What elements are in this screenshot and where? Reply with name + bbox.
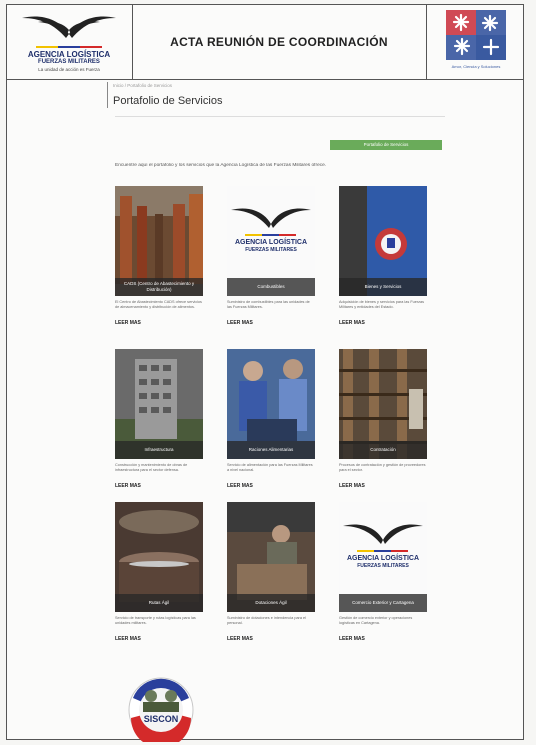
- card-caption: Comercio Exterior y Cartagena: [339, 594, 427, 612]
- wings-emblem-icon: [22, 16, 116, 38]
- card-caption: Bienes y Servicios: [339, 278, 427, 296]
- card-caption: Infraestructura: [115, 441, 203, 459]
- card-text: Suministro de combustibles para las unid…: [227, 300, 310, 309]
- right-logo-caption: Amor, Ciencia y Soluciones: [451, 64, 501, 69]
- flag-stripe-red: [80, 46, 102, 48]
- divider: [115, 116, 445, 117]
- card-text: Servicio de transporte y rutas logística…: [115, 616, 196, 625]
- page-title: Portafolio de Servicios: [113, 95, 223, 107]
- card-text: Suministro de dotaciones e intendencia p…: [227, 616, 306, 625]
- read-more-link[interactable]: LEER MAS: [115, 320, 141, 326]
- flag-stripe-yellow: [36, 46, 58, 48]
- snowflake-logo-icon: [446, 10, 506, 60]
- read-more-link[interactable]: LEER MAS: [227, 483, 253, 489]
- read-more-link[interactable]: LEER MAS: [227, 320, 253, 326]
- read-more-link[interactable]: LEER MAS: [227, 636, 253, 642]
- header-logo-cell: AGENCIA LOGÍSTICA FUERZAS MILITARES La u…: [6, 4, 133, 79]
- card-logo-sub: FUERZAS MILITARES: [245, 247, 297, 253]
- flag-stripe-blue: [58, 46, 80, 48]
- card-text: Gestión de comercio exterior y operacion…: [339, 616, 413, 625]
- read-more-link[interactable]: LEER MAS: [339, 636, 365, 642]
- read-more-link[interactable]: LEER MAS: [339, 320, 365, 326]
- intro-text: Encuentre aquí el portafolio y los servi…: [115, 163, 327, 168]
- logo-tagline: La unidad de acción es Fuerza: [38, 67, 100, 72]
- card-caption: Rutas Ágil: [115, 594, 203, 612]
- breadcrumb[interactable]: Inicio / Portafolio de Servicios: [113, 83, 172, 88]
- read-more-link[interactable]: LEER MAS: [339, 483, 365, 489]
- read-more-link[interactable]: LEER MAS: [115, 636, 141, 642]
- title-rule: [107, 82, 108, 108]
- read-more-link[interactable]: LEER MAS: [115, 483, 141, 489]
- portfolio-button[interactable]: Portafolio de Servicios: [330, 140, 442, 150]
- logo-name-line2: FUERZAS MILITARES: [38, 59, 100, 65]
- siscon-badge[interactable]: SISCON: [119, 670, 203, 747]
- card-text: Procesos de contratación y gestión de pr…: [339, 463, 426, 472]
- siscon-label: SISCON: [144, 714, 179, 724]
- card-logo-sub: FUERZAS MILITARES: [357, 563, 409, 569]
- card-caption: CADS (Centro de Abastecimiento y Distrib…: [115, 278, 203, 296]
- card-text: Servicio de alimentación para las Fuerza…: [227, 463, 313, 472]
- card-logo-name: AGENCIA LOGÍSTICA: [235, 237, 307, 246]
- agency-logo-image: AGENCIA LOGÍSTICA FUERZAS MILITARES: [231, 208, 311, 253]
- card-caption: Combustibles: [227, 278, 315, 296]
- card-logo-name: AGENCIA LOGÍSTICA: [347, 553, 419, 562]
- card-caption: Dotaciones Ágil: [227, 594, 315, 612]
- agency-logo: AGENCIA LOGÍSTICA FUERZAS MILITARES La u…: [14, 10, 124, 74]
- card-caption: Contratación: [339, 441, 427, 459]
- card-text: Adquisición de bienes y servicios para l…: [339, 300, 425, 309]
- siscon-badge-icon: SISCON: [128, 677, 194, 747]
- card-caption: Raciones Alimentarias: [227, 441, 315, 459]
- card-text: El Centro de Abastecimiento CADS ofrece …: [115, 300, 202, 309]
- agency-logo-image: AGENCIA LOGÍSTICA FUERZAS MILITARES: [343, 524, 423, 569]
- card-text: Construcción y mantenimiento de obras de…: [115, 463, 188, 472]
- header-right-logo-cell: Amor, Ciencia y Soluciones: [426, 4, 525, 79]
- document-title: ACTA REUNIÓN DE COORDINACIÓN: [170, 34, 388, 49]
- document-header: AGENCIA LOGÍSTICA FUERZAS MILITARES La u…: [6, 4, 524, 80]
